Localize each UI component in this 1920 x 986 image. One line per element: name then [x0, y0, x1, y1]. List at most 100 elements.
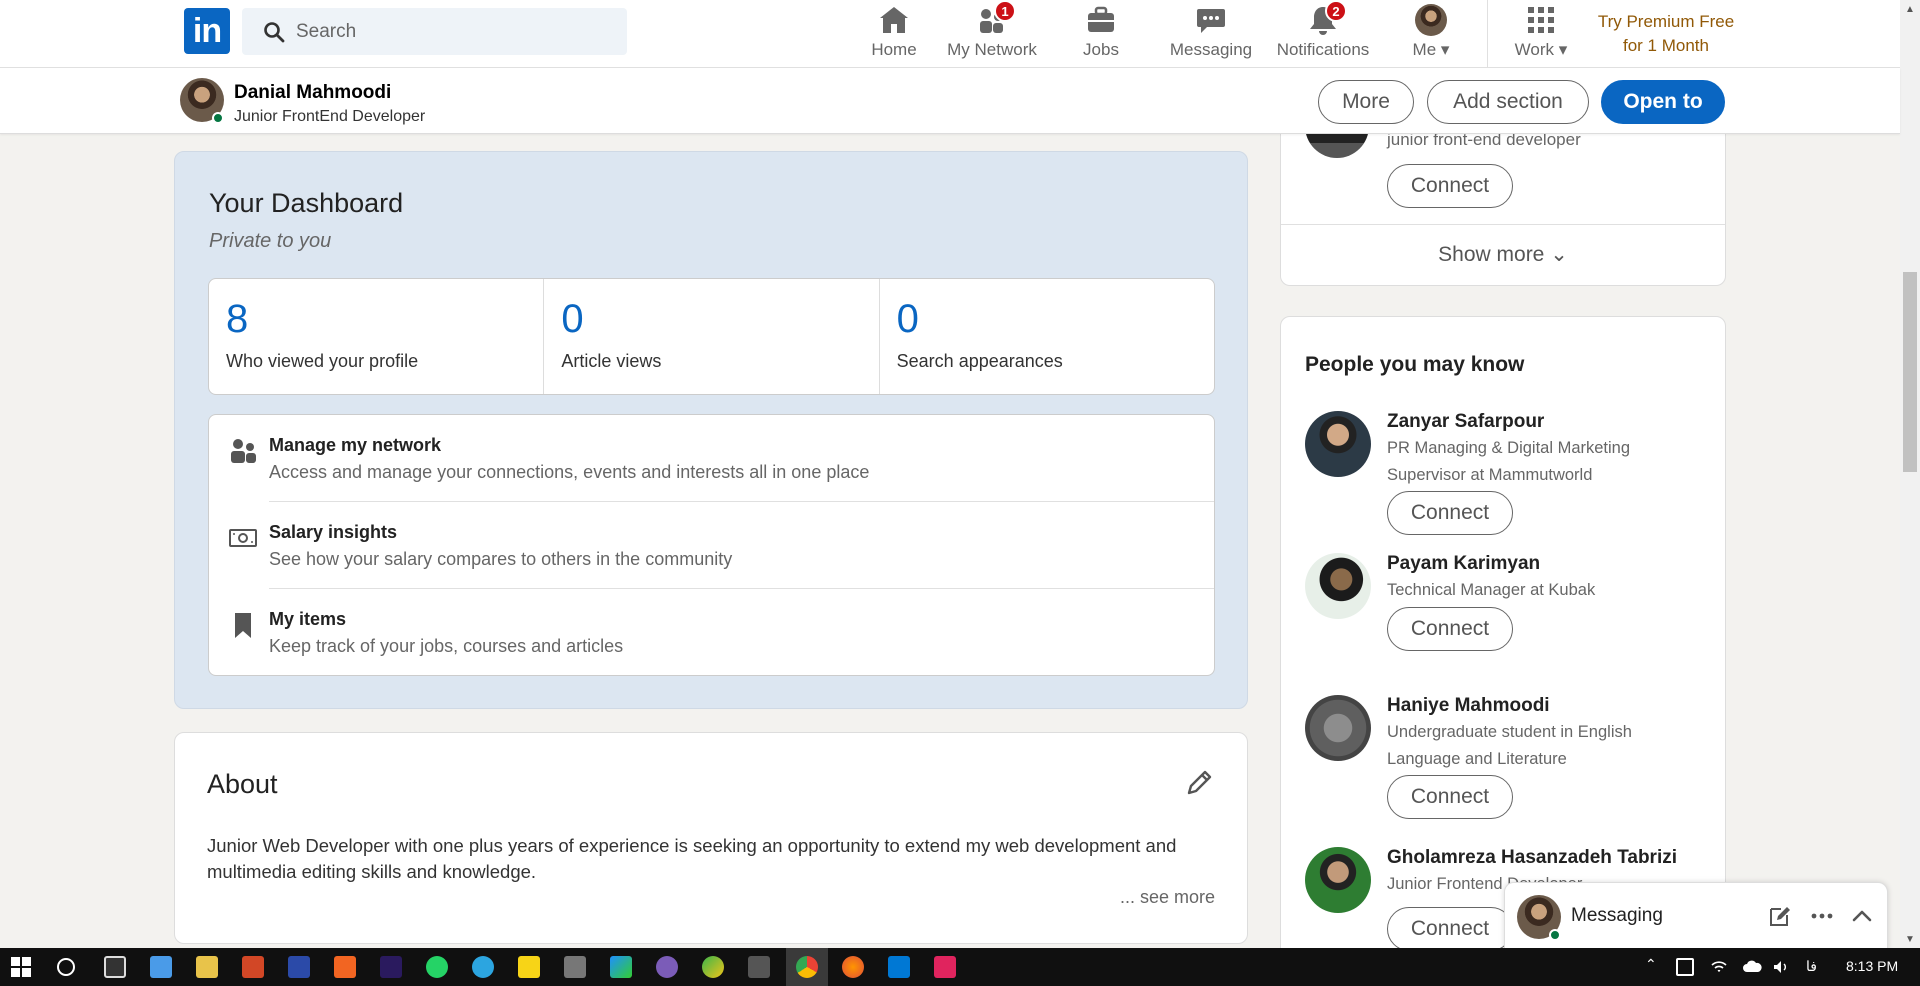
- powerpoint-icon[interactable]: [242, 956, 264, 978]
- premiere-icon[interactable]: [380, 956, 402, 978]
- app-icon[interactable]: [610, 956, 632, 978]
- stat-label: Search appearances: [896, 351, 1063, 371]
- home-icon: [880, 7, 908, 33]
- nav-messaging[interactable]: Messaging: [1164, 0, 1258, 68]
- link-title: Manage my network: [269, 435, 442, 455]
- stat-value: 8: [226, 297, 249, 341]
- nav-my-network-label: My Network: [947, 40, 1037, 59]
- nav-my-network[interactable]: 1 My Network: [942, 0, 1042, 68]
- manage-network-link[interactable]: Manage my network Access and manage your…: [209, 415, 1214, 502]
- search-bar[interactable]: [242, 8, 627, 55]
- profile-name: Danial Mahmoodi: [234, 82, 392, 103]
- connect-button[interactable]: Connect: [1387, 907, 1513, 951]
- nav-work-label: Work ▾: [1514, 40, 1568, 59]
- dashboard-title: Your Dashboard: [209, 188, 404, 218]
- search-input[interactable]: [296, 20, 596, 43]
- person-avatar[interactable]: [1305, 553, 1371, 619]
- connect-button[interactable]: Connect: [1387, 775, 1513, 819]
- firefox-icon[interactable]: [842, 956, 864, 978]
- online-status-dot: [1549, 929, 1561, 941]
- wifi-icon[interactable]: [1710, 958, 1728, 976]
- more-button[interactable]: More: [1318, 80, 1414, 124]
- people-icon: [231, 439, 256, 463]
- input-language-indicator[interactable]: فا: [1806, 958, 1817, 975]
- scrollbar-thumb[interactable]: [1903, 272, 1917, 472]
- nav-notifications[interactable]: 2 Notifications: [1272, 0, 1374, 68]
- app-icon[interactable]: [150, 956, 172, 978]
- caret-down-icon: ▾: [1440, 40, 1450, 59]
- volume-icon[interactable]: [1772, 958, 1790, 976]
- nav-work[interactable]: Work ▾: [1504, 0, 1578, 68]
- nav-messaging-label: Messaging: [1169, 40, 1253, 59]
- scroll-down-arrow-icon[interactable]: ▼: [1900, 930, 1920, 948]
- nav-notifications-label: Notifications: [1276, 40, 1370, 59]
- chevron-up-icon[interactable]: [1849, 903, 1875, 929]
- app-icon[interactable]: [748, 956, 770, 978]
- person-name[interactable]: Payam Karimyan: [1387, 553, 1540, 575]
- person-avatar[interactable]: [1305, 695, 1371, 761]
- stat-profile-views[interactable]: 8 Who viewed your profile: [209, 279, 545, 394]
- connect-button[interactable]: Connect: [1387, 491, 1513, 535]
- about-card: About Junior Web Developer with one plus…: [174, 732, 1248, 944]
- dashboard-card: Your Dashboard Private to you 8 Who view…: [174, 151, 1248, 709]
- nav-me[interactable]: Me ▾: [1398, 0, 1464, 68]
- notifications-badge: 2: [1325, 0, 1347, 22]
- app-icon[interactable]: [702, 956, 724, 978]
- people-also-viewed-card: junior front-end developer Connect Show …: [1280, 120, 1726, 286]
- briefcase-icon: [1088, 6, 1114, 32]
- stat-value: 0: [561, 297, 584, 341]
- stat-value: 0: [896, 297, 919, 341]
- my-items-link[interactable]: My items Keep track of your jobs, course…: [209, 589, 1214, 676]
- stat-article-views[interactable]: 0 Article views: [544, 279, 880, 394]
- app-icon[interactable]: [288, 956, 310, 978]
- page-scrollbar[interactable]: ▲ ▼: [1900, 0, 1920, 948]
- stat-search-appearances[interactable]: 0 Search appearances: [880, 279, 1214, 394]
- linkedin-logo[interactable]: in: [184, 8, 230, 54]
- person-headline: PR Managing & Digital Marketing Supervis…: [1387, 439, 1631, 484]
- task-view-icon[interactable]: [104, 956, 126, 978]
- add-section-button[interactable]: Add section: [1427, 80, 1589, 124]
- app-icon[interactable]: [656, 956, 678, 978]
- clock[interactable]: 8:13 PM: [1846, 958, 1898, 974]
- battery-icon[interactable]: [1676, 958, 1694, 976]
- nav-jobs[interactable]: Jobs: [1064, 0, 1138, 68]
- person-avatar[interactable]: [1305, 847, 1371, 913]
- premium-line-1: Try Premium Free: [1597, 12, 1735, 31]
- soundcloud-icon[interactable]: [334, 956, 356, 978]
- sticky-notes-icon[interactable]: [518, 956, 540, 978]
- whatsapp-icon[interactable]: [426, 956, 448, 978]
- try-premium-link[interactable]: Try Premium Free for 1 Month: [1596, 10, 1736, 58]
- open-to-button[interactable]: Open to: [1601, 80, 1725, 124]
- messaging-dock[interactable]: Messaging: [1504, 882, 1888, 950]
- vscode-icon[interactable]: [888, 956, 910, 978]
- more-options-icon[interactable]: [1809, 903, 1835, 929]
- connect-button[interactable]: Connect: [1387, 164, 1513, 208]
- person-name[interactable]: Haniye Mahmoodi: [1387, 695, 1550, 717]
- cloud-icon[interactable]: [1742, 958, 1762, 976]
- person-name[interactable]: Gholamreza Hasanzadeh Tabrizi: [1387, 847, 1677, 869]
- avatar: [1415, 4, 1447, 36]
- cortana-search-icon[interactable]: [56, 957, 76, 977]
- app-icon[interactable]: [934, 956, 956, 978]
- person-headline: Technical Manager at Kubak: [1387, 581, 1596, 599]
- telegram-icon[interactable]: [472, 956, 494, 978]
- file-explorer-icon[interactable]: [196, 956, 218, 978]
- link-title: My items: [269, 609, 347, 629]
- chrome-icon[interactable]: [796, 956, 818, 978]
- compose-icon[interactable]: [1767, 903, 1793, 929]
- nav-home[interactable]: Home: [856, 0, 932, 68]
- calculator-icon[interactable]: [564, 956, 586, 978]
- person-name[interactable]: Zanyar Safarpour: [1387, 411, 1544, 433]
- scroll-up-arrow-icon[interactable]: ▲: [1900, 0, 1920, 18]
- dashboard-links: Manage my network Access and manage your…: [208, 414, 1215, 676]
- dashboard-stats: 8 Who viewed your profile 0 Article view…: [208, 278, 1215, 395]
- chevron-up-icon[interactable]: ⌃: [1645, 956, 1657, 973]
- pencil-icon[interactable]: [1183, 767, 1215, 799]
- person-avatar[interactable]: [1305, 411, 1371, 477]
- connect-button[interactable]: Connect: [1387, 607, 1513, 651]
- windows-start-icon[interactable]: [11, 957, 31, 977]
- show-more-button[interactable]: Show more ⌄: [1281, 242, 1725, 267]
- network-badge: 1: [994, 0, 1016, 22]
- salary-insights-link[interactable]: Salary insights See how your salary comp…: [209, 502, 1214, 589]
- see-more-link[interactable]: ... see more: [1120, 887, 1215, 908]
